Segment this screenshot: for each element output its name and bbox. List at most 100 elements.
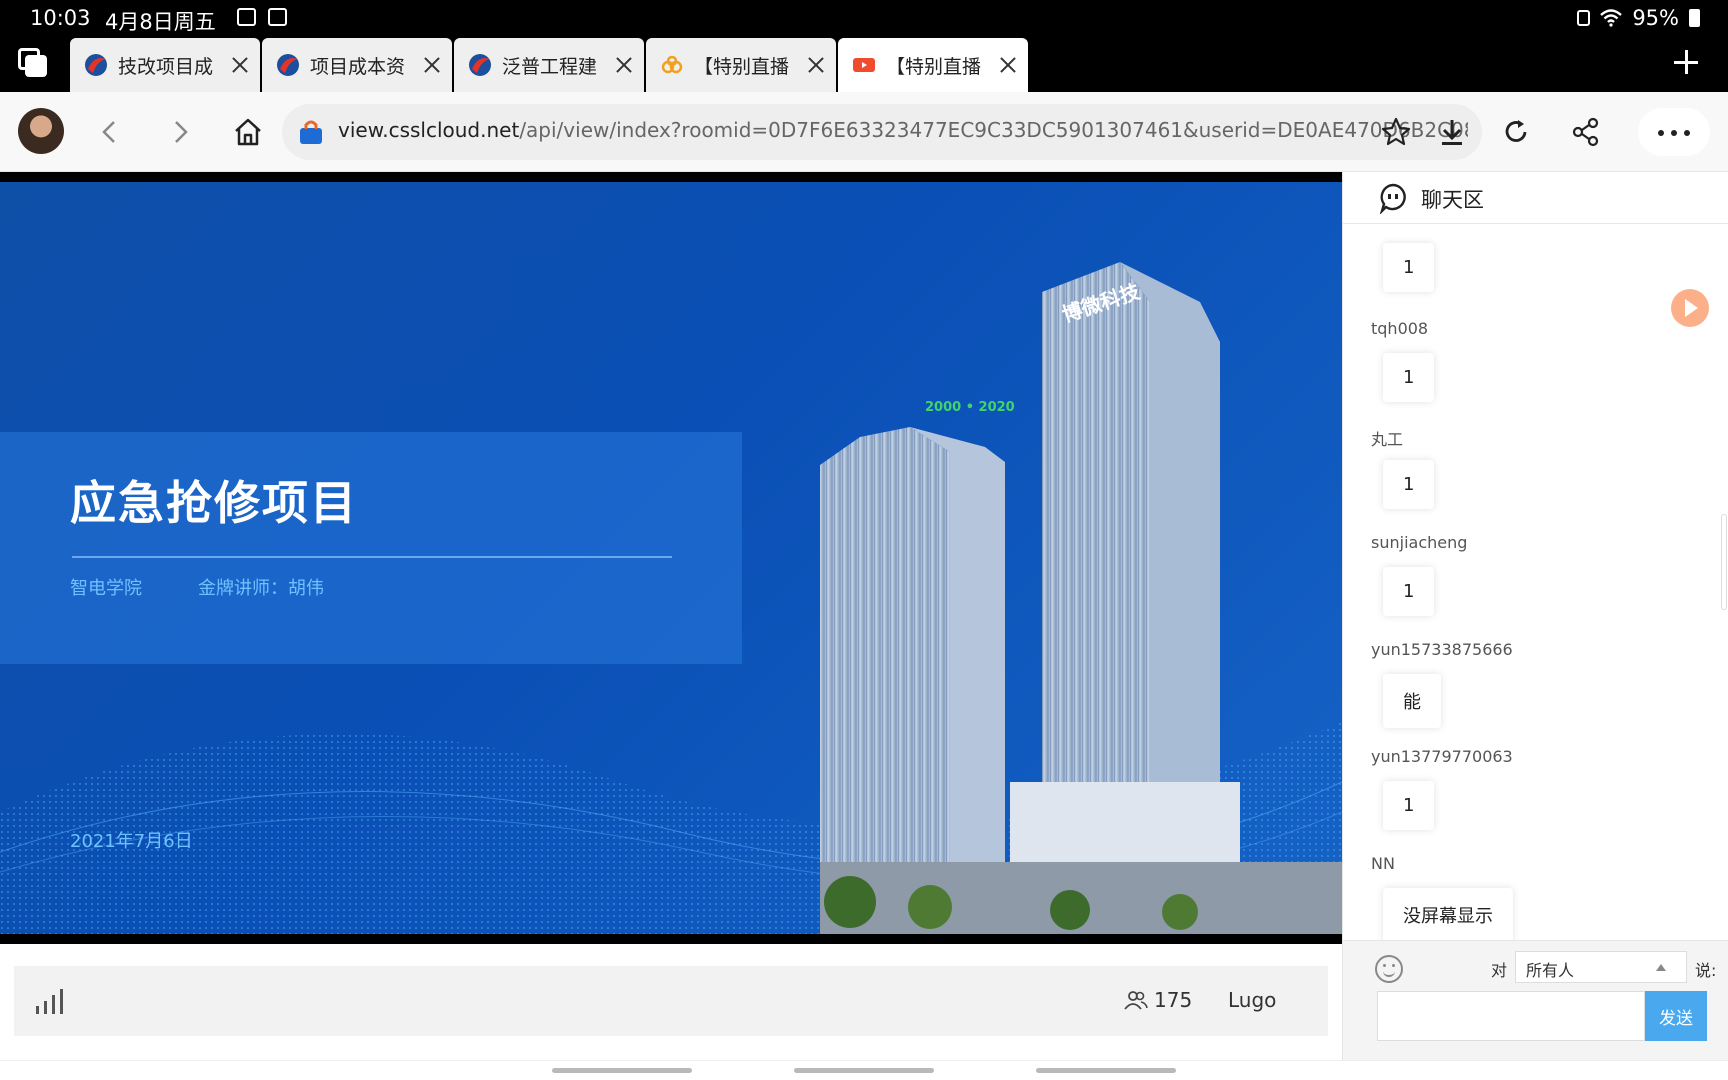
status-time: 10:03 [30, 6, 91, 30]
recipient-select[interactable]: 所有人 [1515, 951, 1687, 983]
presentation-slide: 博微科技 应急抢修项目 智电学院 金牌讲师：胡伟 2000 • 2020 202… [0, 182, 1342, 934]
recipient-value: 所有人 [1526, 961, 1575, 980]
url-text: view.csslcloud.net/api/view/index?roomid… [338, 118, 1468, 142]
chat-title: 聊天区 [1421, 188, 1484, 212]
screen-capture-icon [237, 8, 256, 26]
chat-composer: 对 所有人 说: 发送 [1343, 940, 1728, 1060]
emoji-icon[interactable] [1375, 955, 1403, 983]
screen-record-icon [268, 8, 287, 26]
chat-message: sunjiacheng 1 [1371, 533, 1467, 616]
chat-message: tqh008 1 [1371, 319, 1435, 402]
chat-messages[interactable]: 1 tqh008 1 丸工 1 sunjiacheng 1 yun1573387… [1343, 224, 1728, 940]
site-info-icon[interactable] [298, 118, 324, 146]
message-user: yun15733875666 [1371, 640, 1513, 659]
chat-message: 1 [1371, 229, 1435, 292]
rotation-lock-icon [1577, 10, 1591, 26]
download-icon[interactable] [1432, 112, 1472, 152]
chat-scrollbar[interactable] [1721, 514, 1727, 610]
tab-switcher-icon[interactable] [18, 48, 50, 80]
slide-subtitle-school: 智电学院 [70, 578, 142, 599]
profile-avatar[interactable] [18, 108, 64, 154]
chat-message: NN 没屏幕显示 [1371, 854, 1513, 940]
message-user: tqh008 [1371, 319, 1429, 338]
slide-years: 2000 • 2020 [925, 400, 1015, 415]
say-label: 说: [1695, 961, 1717, 980]
tab-5-active[interactable]: 【特别直播 [838, 38, 1028, 92]
cloud-logo-icon [661, 55, 683, 74]
tab-1[interactable]: 技改项目成 [70, 38, 260, 92]
reload-icon[interactable] [1496, 112, 1536, 152]
tab-title: 技改项目成 [118, 55, 214, 78]
tab-3[interactable]: 泛普工程建 [454, 38, 644, 92]
recipient-label: 对 [1491, 961, 1508, 980]
chat-message: yun15733875666 能 [1371, 640, 1513, 728]
slide-date: 2021年7月6日 [70, 831, 193, 852]
star-icon[interactable] [1376, 112, 1416, 152]
close-icon[interactable] [614, 55, 634, 75]
close-icon[interactable] [422, 55, 442, 75]
chat-panel: 聊天区 1 tqh008 1 丸工 1 sunjiacheng 1 yun157… [1342, 172, 1728, 1060]
status-date: 4月8日周五 [105, 10, 216, 34]
close-icon[interactable] [998, 55, 1018, 75]
message-bubble: 1 [1383, 567, 1435, 616]
message-user: NN [1371, 854, 1395, 873]
message-user: yun13779770063 [1371, 747, 1513, 766]
url-host: view.csslcloud.net [338, 118, 520, 142]
more-menu-button[interactable] [1638, 108, 1710, 156]
message-user: sunjiacheng [1371, 533, 1468, 552]
dropdown-arrow-icon [1656, 964, 1666, 971]
gesture-handle[interactable] [552, 1068, 692, 1073]
back-icon[interactable] [90, 112, 130, 152]
send-button[interactable]: 发送 [1645, 991, 1707, 1041]
site-logo-icon [85, 54, 107, 76]
screenshot-icons [237, 8, 287, 26]
chat-bubble-icon [1379, 183, 1406, 214]
browser-toolbar: view.csslcloud.net/api/view/index?roomid… [0, 92, 1728, 172]
new-tab-icon[interactable] [1672, 48, 1700, 76]
tab-title: 泛普工程建 [502, 55, 598, 78]
wifi-icon [1600, 9, 1623, 27]
battery-percent: 95% [1632, 6, 1679, 30]
chat-message: yun13779770063 1 [1371, 747, 1513, 830]
share-icon[interactable] [1566, 112, 1606, 152]
chat-header: 聊天区 [1343, 172, 1728, 224]
play-icon[interactable] [1671, 289, 1709, 327]
tab-4[interactable]: 【特别直播 [646, 38, 836, 92]
title-divider [72, 556, 672, 558]
forward-icon[interactable] [160, 112, 200, 152]
chat-input[interactable] [1377, 991, 1645, 1041]
video-player[interactable]: 博微科技 应急抢修项目 智电学院 金牌讲师：胡伟 2000 • 2020 202… [0, 172, 1342, 944]
message-bubble: 1 [1383, 781, 1435, 830]
message-bubble: 1 [1383, 243, 1435, 292]
message-bubble: 没屏幕显示 [1383, 888, 1513, 940]
page-content: 博微科技 应急抢修项目 智电学院 金牌讲师：胡伟 2000 • 2020 202… [0, 172, 1728, 1060]
viewer-count-value: 175 [1154, 988, 1193, 1012]
users-icon [1124, 991, 1148, 1010]
slide-title: 应急抢修项目 [70, 476, 358, 530]
viewer-count: 175 [1124, 988, 1192, 1012]
gesture-handle[interactable] [1036, 1068, 1176, 1073]
signal-icon[interactable] [34, 986, 68, 1016]
status-right: 95% [1577, 6, 1700, 30]
tab-title: 【特别直播 [886, 55, 982, 78]
address-bar[interactable]: view.csslcloud.net/api/view/index?roomid… [282, 104, 1482, 160]
message-bubble: 1 [1383, 460, 1435, 509]
building-image: 博微科技 [820, 262, 1342, 934]
tab-strip: 技改项目成 项目成本资 泛普工程建 【特别直播 【特别直播 [0, 36, 1728, 92]
player-info-bar: 175 Lugo [14, 966, 1328, 1036]
close-icon[interactable] [230, 55, 250, 75]
home-icon[interactable] [228, 112, 268, 152]
close-icon[interactable] [806, 55, 826, 75]
tab-2[interactable]: 项目成本资 [262, 38, 452, 92]
message-user: 丸工 [1371, 430, 1404, 449]
tab-title: 【特别直播 [694, 55, 790, 78]
tab-title: 项目成本资 [310, 55, 406, 78]
url-path: /api/view/index?roomid=0D7F6E63323477EC9… [519, 118, 1468, 142]
message-bubble: 1 [1383, 353, 1435, 402]
gesture-handle[interactable] [794, 1068, 934, 1073]
video-logo-icon [853, 58, 875, 72]
site-logo-icon [277, 54, 299, 76]
chat-message: 丸工 1 [1371, 426, 1435, 509]
slide-subtitle-lecturer: 金牌讲师：胡伟 [198, 578, 324, 599]
site-logo-icon [469, 54, 491, 76]
